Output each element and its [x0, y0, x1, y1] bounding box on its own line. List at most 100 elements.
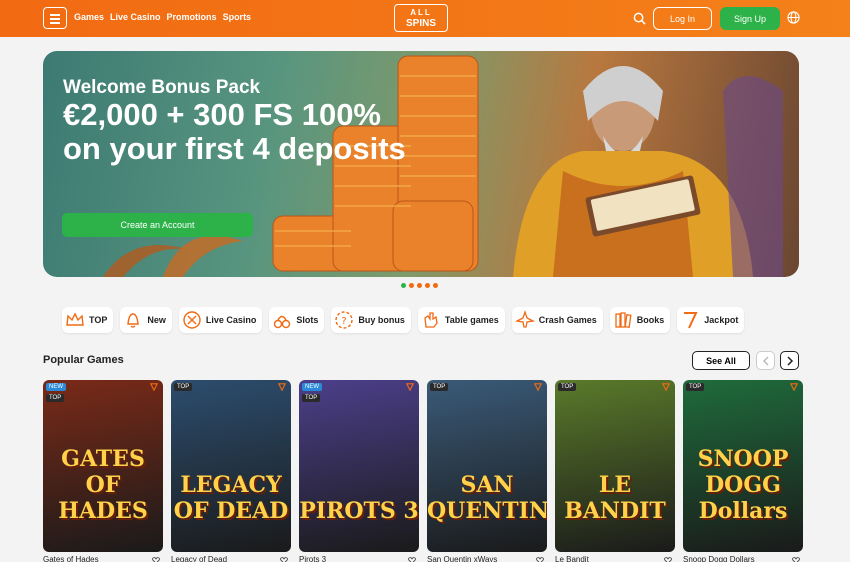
- carousel-dot[interactable]: [417, 283, 422, 288]
- promo-banner[interactable]: Welcome Bonus Pack €2,000 + 300 FS 100% …: [43, 51, 799, 277]
- carousel-dots: [401, 283, 438, 288]
- game-artwork-title: SNOOP DOGG Dollars: [697, 446, 789, 524]
- top-badge: TOP: [46, 394, 65, 402]
- login-button[interactable]: Log In: [653, 7, 712, 30]
- carousel-dot[interactable]: [425, 283, 430, 288]
- category-slots[interactable]: Slots: [269, 307, 325, 333]
- top-header: Games Live Casino Promotions Sports ALL …: [0, 0, 850, 37]
- nav-promotions[interactable]: Promotions: [167, 12, 217, 22]
- section-title: Popular Games: [43, 354, 124, 366]
- category-label: New: [147, 315, 166, 325]
- game-title[interactable]: Gates of Hades: [43, 555, 99, 562]
- game-artwork-title: LEGACY OF DEAD: [173, 472, 289, 524]
- menu-icon[interactable]: [43, 7, 67, 29]
- heart-icon[interactable]: [664, 556, 672, 562]
- category-jackpot[interactable]: Jackpot: [677, 307, 745, 333]
- category-label: Books: [636, 315, 665, 325]
- category-new[interactable]: New: [120, 307, 172, 333]
- provider-icon: [150, 383, 158, 391]
- category-bar: TOP New Live Casino Slots ? Buy bonus Ta…: [62, 307, 745, 333]
- cherries-icon: [274, 315, 291, 329]
- category-top[interactable]: TOP: [62, 307, 114, 333]
- plane-icon: [514, 310, 535, 328]
- new-badge: NEW: [46, 383, 66, 391]
- provider-icon: [406, 383, 414, 391]
- chevron-left-icon: [762, 356, 769, 366]
- logo-text-top: ALL: [410, 8, 432, 17]
- svg-text:?: ?: [342, 316, 347, 327]
- heart-icon[interactable]: [152, 556, 160, 562]
- game-card[interactable]: TOP LEGACY OF DEAD Legacy of Dead: [171, 380, 291, 562]
- hand-icon: [424, 312, 438, 328]
- chevron-right-icon: [787, 356, 794, 366]
- nav-live-casino[interactable]: Live Casino: [110, 12, 161, 22]
- category-books[interactable]: Books: [609, 307, 671, 333]
- carousel-dot[interactable]: [401, 283, 406, 288]
- globe-icon[interactable]: [787, 11, 800, 24]
- game-card[interactable]: TOP LE BANDIT Le Bandit: [555, 380, 675, 562]
- bell-icon: [127, 313, 140, 328]
- top-badge: TOP: [558, 383, 577, 391]
- category-label: Live Casino: [205, 315, 257, 325]
- category-label: Slots: [296, 315, 319, 325]
- prev-button[interactable]: [756, 351, 775, 370]
- game-artwork-title: SAN QUENTIN: [427, 472, 547, 524]
- site-logo[interactable]: ALL SPINS: [394, 4, 448, 32]
- game-title[interactable]: San Quentin xWays: [427, 555, 497, 562]
- game-artwork-title: PIROTS 3: [299, 498, 419, 524]
- logo-text-bottom: SPINS: [405, 18, 436, 29]
- nav-games[interactable]: Games: [74, 12, 104, 22]
- category-label: Table games: [444, 315, 499, 325]
- game-card[interactable]: TOP SNOOP DOGG Dollars Snoop Dogg Dollars: [683, 380, 803, 562]
- category-label: Crash Games: [538, 315, 597, 325]
- top-badge: TOP: [686, 383, 705, 391]
- heart-icon[interactable]: [280, 556, 288, 562]
- category-label: Buy bonus: [358, 315, 405, 325]
- heart-icon[interactable]: [536, 556, 544, 562]
- game-title[interactable]: Snoop Dogg Dollars: [683, 555, 755, 562]
- game-card[interactable]: NEW TOP GATES OF HADES Gates of Hades: [43, 380, 163, 562]
- search-icon[interactable]: [633, 12, 646, 25]
- game-title[interactable]: Pirots 3: [299, 555, 326, 562]
- games-row: NEW TOP GATES OF HADES Gates of Hades TOP LEG…: [43, 380, 803, 562]
- heart-icon[interactable]: [408, 556, 416, 562]
- heart-icon[interactable]: [792, 556, 800, 562]
- game-thumbnail[interactable]: TOP LEGACY OF DEAD: [171, 380, 291, 552]
- books-icon: [615, 312, 632, 328]
- provider-icon: [662, 383, 670, 391]
- game-title[interactable]: Le Bandit: [555, 555, 589, 562]
- new-badge: NEW: [302, 383, 322, 391]
- game-thumbnail[interactable]: NEW TOP GATES OF HADES: [43, 380, 163, 552]
- provider-icon: [790, 383, 798, 391]
- chip-icon: [183, 311, 201, 329]
- nav-sports[interactable]: Sports: [223, 12, 252, 22]
- game-artwork-title: GATES OF HADES: [58, 446, 148, 524]
- top-badge: TOP: [430, 383, 449, 391]
- top-badge: TOP: [302, 394, 321, 402]
- game-thumbnail[interactable]: TOP SAN QUENTIN: [427, 380, 547, 552]
- category-buy-bonus[interactable]: ? Buy bonus: [331, 307, 411, 333]
- game-card[interactable]: TOP SAN QUENTIN San Quentin xWays: [427, 380, 547, 562]
- game-thumbnail[interactable]: NEW TOP PIROTS 3: [299, 380, 419, 552]
- see-all-button[interactable]: See All: [692, 351, 750, 370]
- crown-icon: [66, 312, 84, 326]
- provider-icon: [278, 383, 286, 391]
- category-label: TOP: [89, 315, 108, 325]
- category-live-casino[interactable]: Live Casino: [178, 307, 263, 333]
- game-title[interactable]: Legacy of Dead: [171, 555, 227, 562]
- next-button[interactable]: [780, 351, 799, 370]
- provider-icon: [534, 383, 542, 391]
- carousel-dot[interactable]: [409, 283, 414, 288]
- game-artwork-title: LE BANDIT: [564, 472, 666, 524]
- banner-headline: €2,000 + 300 FS 100% on your first 4 dep…: [63, 97, 406, 166]
- signup-button[interactable]: Sign Up: [720, 7, 780, 30]
- game-thumbnail[interactable]: TOP SNOOP DOGG Dollars: [683, 380, 803, 552]
- game-thumbnail[interactable]: TOP LE BANDIT: [555, 380, 675, 552]
- game-card[interactable]: NEW TOP PIROTS 3 Pirots 3: [299, 380, 419, 562]
- carousel-dot[interactable]: [433, 283, 438, 288]
- top-badge: TOP: [174, 383, 193, 391]
- create-account-button[interactable]: Create an Account: [62, 213, 253, 237]
- category-label: Jackpot: [704, 315, 739, 325]
- category-crash-games[interactable]: Crash Games: [511, 307, 603, 333]
- category-table-games[interactable]: Table games: [417, 307, 505, 333]
